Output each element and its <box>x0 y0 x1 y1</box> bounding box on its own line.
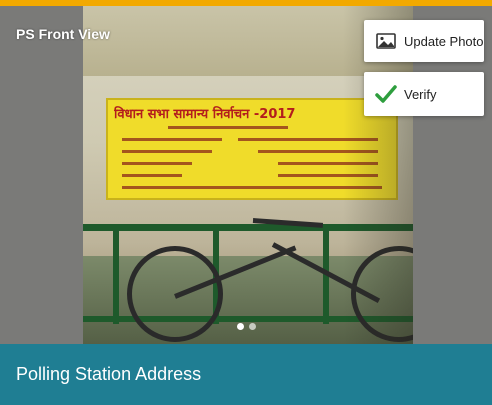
photo-carousel[interactable]: विधान सभा सामान्य निर्वाचन -2017 PS Fron… <box>0 6 492 344</box>
carousel-indicator <box>237 323 256 330</box>
address-section-header: Polling Station Address <box>0 344 492 405</box>
polling-station-card: विधान सभा सामान्य निर्वाचन -2017 PS Fron… <box>0 0 492 405</box>
carousel-dot-active[interactable] <box>237 323 244 330</box>
sign-text-line <box>122 162 192 165</box>
railing-post <box>113 224 119 324</box>
sign-text-line <box>122 174 182 177</box>
verify-button[interactable]: Verify <box>364 72 484 116</box>
update-photo-button[interactable]: Update Photo <box>364 20 484 62</box>
verify-label: Verify <box>404 86 437 102</box>
sign-text-line <box>122 150 212 153</box>
sign-text-line <box>122 138 222 141</box>
sign-text-line <box>168 126 288 129</box>
update-photo-label: Update Photo <box>404 33 484 49</box>
carousel-dot[interactable] <box>249 323 256 330</box>
photo-icon <box>372 33 400 49</box>
photo-view-label: PS Front View <box>16 26 110 42</box>
check-icon <box>372 84 400 104</box>
address-section-title: Polling Station Address <box>16 364 202 384</box>
